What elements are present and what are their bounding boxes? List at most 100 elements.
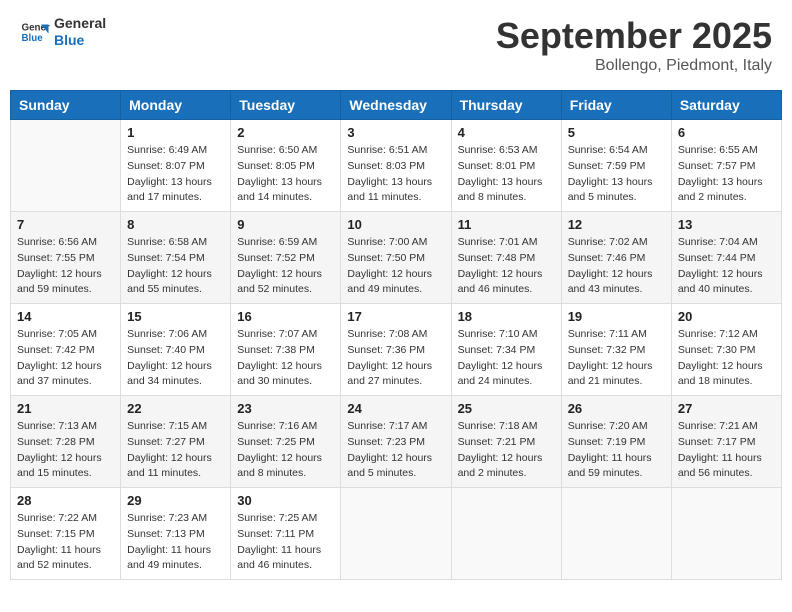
calendar-cell: 8Sunrise: 6:58 AM Sunset: 7:54 PM Daylig…: [121, 212, 231, 304]
header-day-tuesday: Tuesday: [231, 91, 341, 120]
calendar-cell: 1Sunrise: 6:49 AM Sunset: 8:07 PM Daylig…: [121, 120, 231, 212]
day-number: 2: [237, 125, 334, 140]
day-info: Sunrise: 7:11 AM Sunset: 7:32 PM Dayligh…: [568, 327, 665, 390]
day-info: Sunrise: 6:51 AM Sunset: 8:03 PM Dayligh…: [347, 143, 444, 206]
calendar-cell: 27 Sunrise: 7:21 AM Sunset: 7:17 PM Dayli…: [671, 396, 781, 488]
day-number: 10: [347, 217, 444, 232]
calendar-cell: 24 Sunrise: 7:17 AM Sunset: 7:23 PM Dayli…: [341, 396, 451, 488]
calendar-cell: 28 Sunrise: 7:22 AM Sunset: 7:15 PM Dayli…: [11, 488, 121, 580]
week-row-2: 7 Sunrise: 6:56 AM Sunset: 7:55 PM Daylig…: [11, 212, 782, 304]
day-info: Sunrise: 7:07 AM Sunset: 7:38 PM Dayligh…: [237, 327, 334, 390]
day-info: Sunrise: 7:16 AM Sunset: 7:25 PM Dayligh…: [237, 419, 334, 482]
calendar-cell: 18Sunrise: 7:10 AM Sunset: 7:34 PM Dayli…: [451, 304, 561, 396]
day-number: 21: [17, 401, 114, 416]
page-header: General Blue General Blue September 2025…: [10, 10, 782, 80]
location-subtitle: Bollengo, Piedmont, Italy: [496, 57, 772, 75]
calendar-cell: [671, 488, 781, 580]
day-info: Sunrise: 7:17 AM Sunset: 7:23 PM Dayligh…: [347, 419, 444, 482]
day-info: Sunrise: 7:04 AM Sunset: 7:44 PM Dayligh…: [678, 235, 775, 298]
day-info: Sunrise: 7:05 AM Sunset: 7:42 PM Dayligh…: [17, 327, 114, 390]
day-number: 28: [17, 493, 114, 508]
day-number: 26: [568, 401, 665, 416]
day-number: 30: [237, 493, 334, 508]
calendar-cell: 23Sunrise: 7:16 AM Sunset: 7:25 PM Dayli…: [231, 396, 341, 488]
day-number: 16: [237, 309, 334, 324]
calendar-cell: 17 Sunrise: 7:08 AM Sunset: 7:36 PM Dayli…: [341, 304, 451, 396]
calendar-cell: 5 Sunrise: 6:54 AM Sunset: 7:59 PM Daylig…: [561, 120, 671, 212]
header-day-thursday: Thursday: [451, 91, 561, 120]
day-number: 17: [347, 309, 444, 324]
calendar-cell: [451, 488, 561, 580]
calendar-cell: 3 Sunrise: 6:51 AM Sunset: 8:03 PM Daylig…: [341, 120, 451, 212]
day-info: Sunrise: 6:55 AM Sunset: 7:57 PM Dayligh…: [678, 143, 775, 206]
header-day-sunday: Sunday: [11, 91, 121, 120]
calendar-cell: [11, 120, 121, 212]
day-info: Sunrise: 7:15 AM Sunset: 7:27 PM Dayligh…: [127, 419, 224, 482]
day-info: Sunrise: 7:25 AM Sunset: 7:11 PM Dayligh…: [237, 511, 334, 574]
calendar-cell: 20Sunrise: 7:12 AM Sunset: 7:30 PM Dayli…: [671, 304, 781, 396]
week-row-1: 1Sunrise: 6:49 AM Sunset: 8:07 PM Daylig…: [11, 120, 782, 212]
calendar-cell: 15Sunrise: 7:06 AM Sunset: 7:40 PM Dayli…: [121, 304, 231, 396]
day-number: 22: [127, 401, 224, 416]
header-day-friday: Friday: [561, 91, 671, 120]
day-number: 5: [568, 125, 665, 140]
day-info: Sunrise: 7:10 AM Sunset: 7:34 PM Dayligh…: [458, 327, 555, 390]
day-info: Sunrise: 7:13 AM Sunset: 7:28 PM Dayligh…: [17, 419, 114, 482]
day-number: 11: [458, 217, 555, 232]
calendar-cell: 25 Sunrise: 7:18 AM Sunset: 7:21 PM Dayli…: [451, 396, 561, 488]
day-number: 12: [568, 217, 665, 232]
calendar-cell: 11Sunrise: 7:01 AM Sunset: 7:48 PM Dayli…: [451, 212, 561, 304]
day-number: 25: [458, 401, 555, 416]
day-info: Sunrise: 7:21 AM Sunset: 7:17 PM Dayligh…: [678, 419, 775, 482]
day-number: 3: [347, 125, 444, 140]
day-info: Sunrise: 6:49 AM Sunset: 8:07 PM Dayligh…: [127, 143, 224, 206]
day-info: Sunrise: 7:00 AM Sunset: 7:50 PM Dayligh…: [347, 235, 444, 298]
calendar-cell: 6 Sunrise: 6:55 AM Sunset: 7:57 PM Daylig…: [671, 120, 781, 212]
calendar-cell: 22 Sunrise: 7:15 AM Sunset: 7:27 PM Dayli…: [121, 396, 231, 488]
day-number: 20: [678, 309, 775, 324]
day-info: Sunrise: 6:56 AM Sunset: 7:55 PM Dayligh…: [17, 235, 114, 298]
title-block: September 2025 Bollengo, Piedmont, Italy: [496, 15, 772, 75]
day-info: Sunrise: 7:22 AM Sunset: 7:15 PM Dayligh…: [17, 511, 114, 574]
day-info: Sunrise: 7:18 AM Sunset: 7:21 PM Dayligh…: [458, 419, 555, 482]
logo-blue: Blue: [54, 32, 106, 49]
day-number: 24: [347, 401, 444, 416]
month-title: September 2025: [496, 15, 772, 57]
calendar-cell: 14Sunrise: 7:05 AM Sunset: 7:42 PM Dayli…: [11, 304, 121, 396]
day-info: Sunrise: 6:54 AM Sunset: 7:59 PM Dayligh…: [568, 143, 665, 206]
calendar-cell: 30 Sunrise: 7:25 AM Sunset: 7:11 PM Dayli…: [231, 488, 341, 580]
day-info: Sunrise: 6:53 AM Sunset: 8:01 PM Dayligh…: [458, 143, 555, 206]
day-info: Sunrise: 7:02 AM Sunset: 7:46 PM Dayligh…: [568, 235, 665, 298]
day-number: 6: [678, 125, 775, 140]
calendar-cell: 7 Sunrise: 6:56 AM Sunset: 7:55 PM Daylig…: [11, 212, 121, 304]
header-day-monday: Monday: [121, 91, 231, 120]
day-info: Sunrise: 6:59 AM Sunset: 7:52 PM Dayligh…: [237, 235, 334, 298]
header-day-saturday: Saturday: [671, 91, 781, 120]
header-day-wednesday: Wednesday: [341, 91, 451, 120]
day-number: 15: [127, 309, 224, 324]
calendar-cell: [561, 488, 671, 580]
day-number: 8: [127, 217, 224, 232]
day-info: Sunrise: 7:23 AM Sunset: 7:13 PM Dayligh…: [127, 511, 224, 574]
calendar-cell: 16 Sunrise: 7:07 AM Sunset: 7:38 PM Dayli…: [231, 304, 341, 396]
calendar-table: SundayMondayTuesdayWednesdayThursdayFrid…: [10, 90, 782, 580]
week-row-5: 28 Sunrise: 7:22 AM Sunset: 7:15 PM Dayli…: [11, 488, 782, 580]
week-row-3: 14Sunrise: 7:05 AM Sunset: 7:42 PM Dayli…: [11, 304, 782, 396]
day-number: 7: [17, 217, 114, 232]
calendar-cell: 4Sunrise: 6:53 AM Sunset: 8:01 PM Daylig…: [451, 120, 561, 212]
calendar-cell: 2 Sunrise: 6:50 AM Sunset: 8:05 PM Daylig…: [231, 120, 341, 212]
calendar-cell: 10 Sunrise: 7:00 AM Sunset: 7:50 PM Dayli…: [341, 212, 451, 304]
day-number: 27: [678, 401, 775, 416]
svg-text:Blue: Blue: [22, 33, 44, 44]
calendar-cell: 26Sunrise: 7:20 AM Sunset: 7:19 PM Dayli…: [561, 396, 671, 488]
logo-general: General: [54, 15, 106, 32]
day-info: Sunrise: 6:50 AM Sunset: 8:05 PM Dayligh…: [237, 143, 334, 206]
calendar-cell: 29 Sunrise: 7:23 AM Sunset: 7:13 PM Dayli…: [121, 488, 231, 580]
day-number: 9: [237, 217, 334, 232]
calendar-cell: 19Sunrise: 7:11 AM Sunset: 7:32 PM Dayli…: [561, 304, 671, 396]
calendar-cell: 9 Sunrise: 6:59 AM Sunset: 7:52 PM Daylig…: [231, 212, 341, 304]
header-row: SundayMondayTuesdayWednesdayThursdayFrid…: [11, 91, 782, 120]
calendar-cell: [341, 488, 451, 580]
day-number: 29: [127, 493, 224, 508]
day-info: Sunrise: 7:08 AM Sunset: 7:36 PM Dayligh…: [347, 327, 444, 390]
